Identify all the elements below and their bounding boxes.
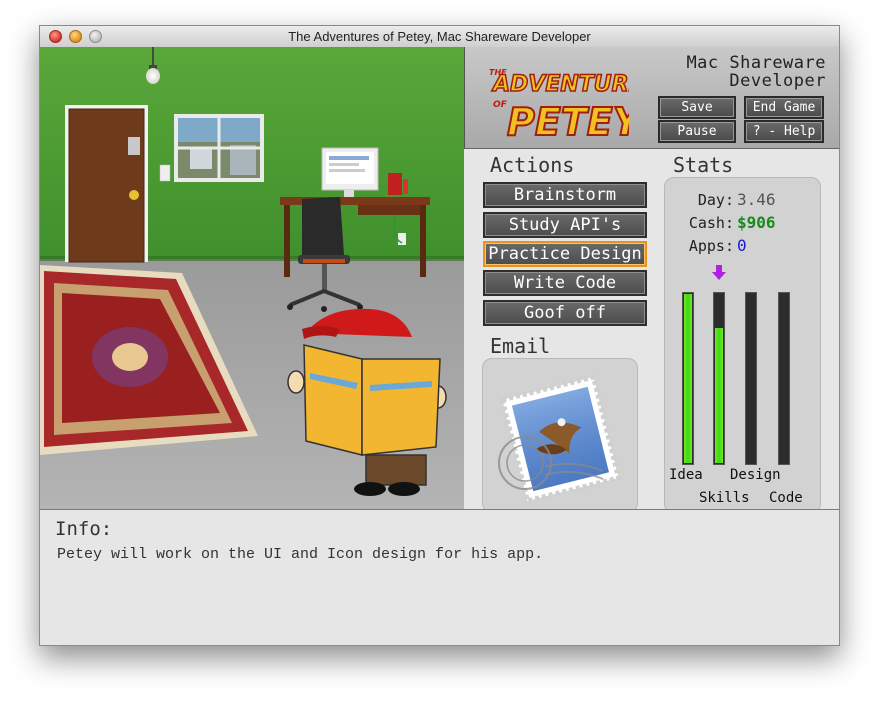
design-bar-label: Design (730, 467, 781, 483)
game-logo: THE ADVENTURES OF PETEY (489, 68, 629, 143)
mail-stamp-icon[interactable] (483, 359, 637, 512)
svg-text:PETEY: PETEY (507, 100, 629, 143)
title-bar[interactable]: The Adventures of Petey, Mac Shareware D… (40, 26, 839, 48)
svg-text:OF: OF (493, 100, 508, 110)
email-heading: Email (490, 334, 551, 358)
action-practice-design-button[interactable]: Practice Design (483, 241, 647, 267)
window-title: The Adventures of Petey, Mac Shareware D… (288, 29, 591, 44)
cash-value: $906 (737, 213, 776, 232)
action-study-apis-button[interactable]: Study API's (483, 212, 647, 238)
action-write-code-button[interactable]: Write Code (483, 270, 647, 296)
save-button[interactable]: Save (658, 96, 736, 119)
app-window: The Adventures of Petey, Mac Shareware D… (39, 25, 840, 646)
design-bar (745, 292, 757, 465)
cash-label: Cash: (688, 214, 734, 232)
svg-text:ADVENTURES: ADVENTURES (491, 72, 629, 97)
idea-bar (682, 292, 694, 465)
idea-bar-fill (684, 294, 692, 463)
game-header: THE ADVENTURES OF PETEY Mac Shareware De… (464, 47, 839, 149)
info-heading: Info: (55, 518, 113, 540)
help-button[interactable]: ? - Help (744, 120, 824, 143)
apps-value: 0 (737, 236, 747, 255)
info-message: Petey will work on the UI and Icon desig… (57, 546, 544, 563)
code-bar (778, 292, 790, 465)
stats-heading: Stats (673, 153, 734, 177)
apps-label: Apps: (688, 237, 734, 255)
skills-bar (713, 292, 725, 465)
skills-bar-fill (715, 328, 723, 463)
info-panel: Info: Petey will work on the UI and Icon… (40, 509, 839, 645)
pause-button[interactable]: Pause (658, 120, 736, 143)
idea-bar-label: Idea (669, 467, 703, 483)
day-label: Day: (697, 191, 734, 209)
email-panel (482, 358, 638, 513)
down-arrow-indicator-icon (712, 265, 726, 280)
subtitle-line-1: Mac Shareware (686, 53, 826, 73)
room-illustration (40, 47, 464, 509)
skills-bar-label: Skills (699, 490, 750, 506)
code-bar-label: Code (769, 490, 803, 506)
action-brainstorm-button[interactable]: Brainstorm (483, 182, 647, 208)
day-value: 3.46 (737, 190, 776, 209)
actions-heading: Actions (490, 153, 575, 177)
subtitle-line-2: Developer (729, 71, 826, 91)
app-subtitle: Mac Shareware Developer (686, 54, 826, 90)
window-picture (174, 114, 264, 182)
action-goof-off-button[interactable]: Goof off (483, 300, 647, 326)
game-scene (40, 47, 464, 509)
end-game-button[interactable]: End Game (744, 96, 824, 119)
